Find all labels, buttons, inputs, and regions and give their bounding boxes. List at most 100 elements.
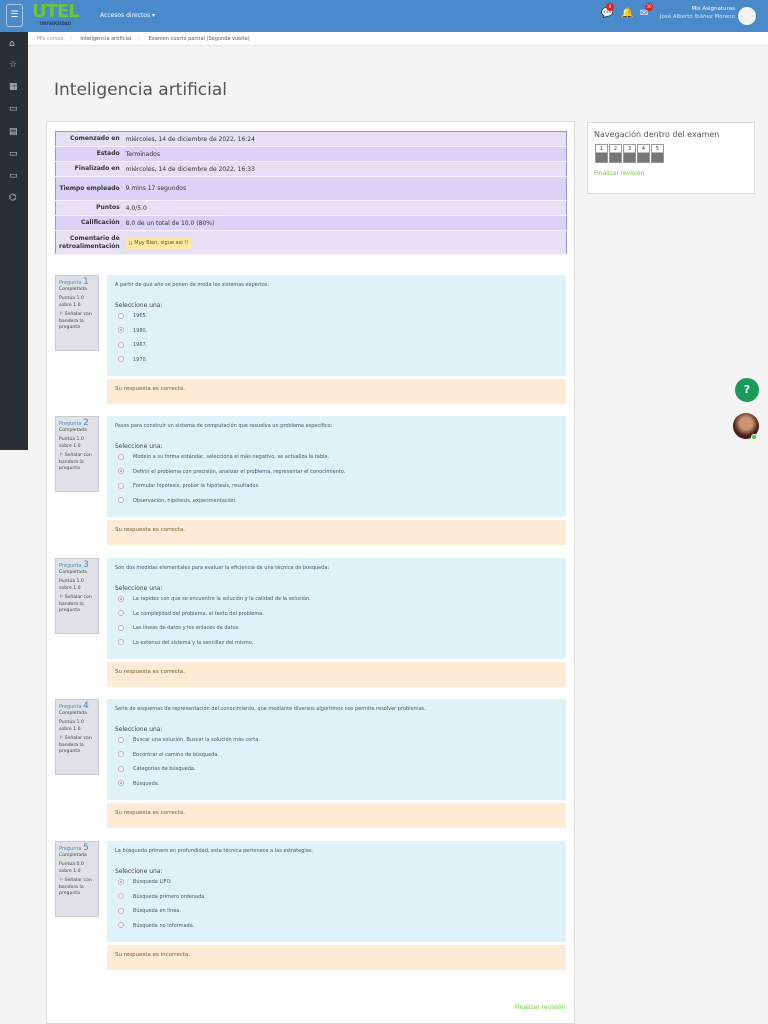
radio-button[interactable]	[118, 497, 124, 503]
option-label: La rapidez con que se encuentre la soluc…	[133, 596, 311, 602]
mail-icon[interactable]: ✉ 30	[640, 3, 653, 19]
radio-button[interactable]	[118, 482, 124, 489]
dashboard-icon[interactable]: ⌂	[9, 39, 15, 49]
breadcrumb-course[interactable]: Inteligencia artificial	[80, 36, 131, 42]
radio-button[interactable]	[118, 327, 124, 333]
flag-question-link[interactable]: ⚐ Señalar con bandera la pregunta	[59, 736, 95, 756]
breadcrumb-quiz[interactable]: Examen cuarto parcial (Segunda vuelta)	[149, 36, 250, 42]
answer-option[interactable]: Búsqueda primero ordenada.	[115, 890, 558, 905]
menu-toggle-button[interactable]: ☰	[6, 4, 23, 27]
radio-button[interactable]	[118, 878, 124, 885]
answer-option[interactable]: La complejidad del problema, el texto de…	[115, 607, 558, 622]
question-text: Serie de esquemas de representación del …	[115, 706, 426, 712]
flag-question-link[interactable]: ⚐ Señalar con bandera la pregunta	[59, 312, 95, 332]
question-state: Completada	[59, 852, 87, 858]
folder-icon[interactable]: ▭	[9, 149, 18, 159]
bell-icon[interactable]: 🔔	[621, 8, 633, 19]
answer-option[interactable]: Formular hipótesis, probar la hipótesis,…	[115, 479, 558, 494]
user-name: José Alberto Ibáñez Moreno	[659, 14, 735, 20]
user-menu[interactable]: Mis Asignaturas José Alberto Ibáñez Moren…	[660, 5, 735, 21]
question-number: 4	[83, 701, 89, 711]
answer-option[interactable]: Búsqueda en línea.	[115, 904, 558, 919]
answer-option[interactable]: Definir el problema con precisión, anali…	[115, 465, 558, 480]
radio-button[interactable]	[118, 356, 124, 362]
sidebar: ⌂ ☆ ▦ ▭ ▤ ▭ ▭ ⌬	[0, 32, 28, 450]
answer-option[interactable]: 1967.	[115, 338, 558, 353]
breadcrumb-my-courses[interactable]: Mis cursos	[37, 36, 63, 42]
breadcrumb: Mis cursos / Inteligencia artificial / Exa…	[28, 32, 768, 46]
star-icon[interactable]: ☆	[9, 60, 17, 70]
quiz-nav-button[interactable]: 3	[623, 144, 636, 163]
radio-button[interactable]	[118, 610, 124, 616]
answer-option[interactable]: Lo extenso del sistema y la sencillez de…	[115, 636, 558, 651]
answer-option[interactable]: Buscar una solución, Buscar la solución …	[115, 733, 558, 748]
flag-question-link[interactable]: ⚐ Señalar con bandera la pregunta	[59, 453, 95, 473]
quiz-nav-finish-link[interactable]: Finalizar revisión	[594, 170, 748, 177]
answer-option[interactable]: 1970.	[115, 353, 558, 368]
messages-badge: 8	[606, 3, 614, 11]
flag-label: Señalar con bandera la pregunta	[59, 878, 92, 896]
option-label: Búsqueda primero ordenada.	[133, 893, 206, 900]
help-button[interactable]: ?	[735, 378, 759, 402]
summary-value-text: 8.0 de un total de 10.0 (80%)	[125, 219, 215, 227]
question-state: Completada	[59, 569, 87, 575]
answer-option[interactable]: Modelo a su forma estándar, selecciona e…	[115, 450, 558, 465]
radio-button[interactable]	[118, 468, 124, 474]
grid-icon[interactable]: ▦	[9, 82, 18, 92]
question-state: Completada	[59, 427, 87, 433]
graduation-cap-icon[interactable]: ⌬	[9, 193, 17, 203]
folder-icon[interactable]: ▭	[9, 104, 18, 114]
user-title: Mis Asignaturas	[691, 6, 735, 12]
radio-button[interactable]	[118, 624, 124, 631]
page-title: Inteligencia artificial	[54, 80, 227, 100]
radio-button[interactable]	[118, 736, 124, 743]
folder-icon[interactable]: ▭	[9, 171, 18, 181]
attempt-summary-table: Comenzado en miércoles, 14 de diciembre d…	[55, 131, 567, 255]
answer-option[interactable]: 1980.	[115, 324, 558, 339]
radio-button[interactable]	[118, 751, 124, 757]
question-state: Completada	[59, 710, 87, 716]
answer-option[interactable]: Las líneas de datos y los enlaces de dat…	[115, 621, 558, 636]
avatar[interactable]	[738, 7, 756, 25]
shortcuts-menu[interactable]: Accesos directos ▾	[100, 12, 155, 19]
finish-review-link[interactable]: Finalizar revisión	[515, 1004, 565, 1011]
answer-option[interactable]: 1965.	[115, 309, 558, 324]
radio-button[interactable]	[118, 922, 124, 928]
answer-option[interactable]: Búsqueda LIFO.	[115, 875, 558, 890]
question-feedback: Su respuesta es correcta.	[107, 662, 566, 687]
question-text: Pasos para construir un sistema de compu…	[115, 423, 333, 429]
answer-option[interactable]: Búsqueda no informada.	[115, 919, 558, 934]
navbar: ☰ UTEL UNIVERSIDAD Accesos directos ▾ 💬 8 …	[0, 0, 768, 32]
quiz-nav-button[interactable]: 2	[609, 144, 622, 163]
answer-option[interactable]: La rapidez con que se encuentre la soluc…	[115, 592, 558, 607]
radio-button[interactable]	[118, 341, 124, 348]
radio-button[interactable]	[118, 639, 124, 645]
radio-button[interactable]	[118, 595, 124, 602]
flag-question-link[interactable]: ⚐ Señalar con bandera la pregunta	[59, 595, 95, 615]
radio-button[interactable]	[118, 780, 124, 786]
quiz-nav-button[interactable]: 4	[637, 144, 650, 163]
quiz-nav-button[interactable]: 1	[595, 144, 608, 163]
logo[interactable]: UTEL UNIVERSIDAD	[32, 3, 80, 27]
radio-button[interactable]	[118, 893, 124, 899]
answer-option[interactable]: Búsqueda.	[115, 777, 558, 792]
radio-button[interactable]	[118, 453, 124, 460]
flag-question-link[interactable]: ⚐ Señalar con bandera la pregunta	[59, 878, 95, 898]
quiz-nav-button[interactable]: 5	[651, 144, 664, 163]
option-label: Modelo a su forma estándar, selecciona e…	[133, 454, 330, 460]
answer-option[interactable]: Categorías de búsqueda.	[115, 762, 558, 777]
answer-option[interactable]: Observación, hipótesis, experimentación.	[115, 494, 558, 509]
select-one-label: Seleccione una:	[115, 302, 163, 309]
chat-icon[interactable]: 💬 8	[601, 3, 614, 19]
option-label: Las líneas de datos y los enlaces de dat…	[133, 625, 240, 631]
radio-button[interactable]	[118, 907, 124, 914]
question-state: Completada	[59, 286, 87, 292]
calendar-icon[interactable]: ▤	[9, 127, 18, 137]
radio-button[interactable]	[118, 312, 124, 319]
radio-button[interactable]	[118, 765, 124, 772]
question-info: Pregunta 5 Completada Puntúa 0.0 sobre 1…	[55, 841, 99, 917]
question-label: Pregunta	[59, 280, 82, 286]
answer-option[interactable]: Encontrar el camino de búsqueda.	[115, 748, 558, 763]
summary-row: Comentario de retroalimentación ¡¡ Muy Bi…	[55, 230, 567, 255]
option-label: La complejidad del problema, el texto de…	[133, 610, 264, 617]
